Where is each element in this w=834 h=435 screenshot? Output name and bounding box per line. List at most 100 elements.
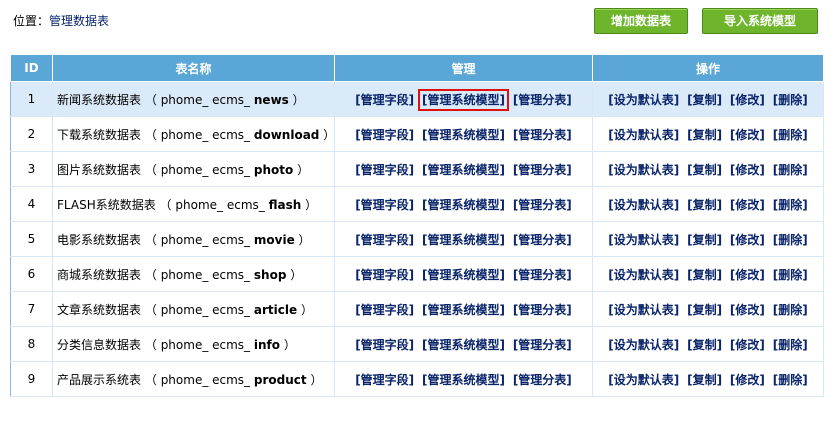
edit-link[interactable]: [修改] — [730, 338, 765, 352]
paren-close: ） — [292, 92, 305, 107]
location-link[interactable]: 管理数据表 — [49, 14, 109, 28]
set-default-link[interactable]: [设为默认表] — [608, 373, 679, 387]
header-name: 表名称 — [52, 54, 335, 82]
manage-subtable-link[interactable]: [管理分表] — [513, 198, 572, 212]
set-default-link[interactable]: [设为默认表] — [608, 198, 679, 212]
set-default-link[interactable]: [设为默认表] — [608, 338, 679, 352]
table-row: 3 图片系统数据表 （ phome_ ecms_ photo ） [管理字段] [管… — [10, 151, 824, 187]
copy-link[interactable]: [复制] — [687, 93, 722, 107]
delete-link[interactable]: [删除] — [773, 338, 808, 352]
delete-link[interactable]: [删除] — [773, 163, 808, 177]
header-id: ID — [10, 54, 53, 82]
manage-fields-link[interactable]: [管理字段] — [355, 163, 414, 177]
manage-subtable-link[interactable]: [管理分表] — [513, 373, 572, 387]
manage-model-link[interactable]: [管理系统模型] — [422, 338, 505, 352]
manage-model-link[interactable]: [管理系统模型] — [422, 198, 505, 212]
manage-fields-link[interactable]: [管理字段] — [355, 198, 414, 212]
table-display-name: 下载系统数据表 — [57, 127, 142, 142]
edit-link[interactable]: [修改] — [730, 233, 765, 247]
row-table-name: 文章系统数据表 （ phome_ ecms_ article ） — [52, 291, 335, 327]
manage-subtable-link[interactable]: [管理分表] — [513, 268, 572, 282]
manage-model-link[interactable]: [管理系统模型] — [422, 233, 505, 247]
paren-open: （ — [144, 337, 157, 352]
row-manage-links: [管理字段] [管理系统模型] [管理分表] — [334, 116, 593, 152]
table-prefix: phome_ ecms_ — [160, 127, 251, 142]
table-prefix: phome_ ecms_ — [160, 162, 251, 177]
manage-subtable-link[interactable]: [管理分表] — [513, 128, 572, 142]
manage-fields-link[interactable]: [管理字段] — [355, 93, 414, 107]
set-default-link[interactable]: [设为默认表] — [608, 303, 679, 317]
table-suffix: shop — [253, 267, 287, 282]
manage-subtable-link[interactable]: [管理分表] — [513, 338, 572, 352]
row-manage-links: [管理字段] [管理系统模型] [管理分表] — [334, 326, 593, 362]
set-default-link[interactable]: [设为默认表] — [608, 268, 679, 282]
manage-fields-link[interactable]: [管理字段] — [355, 268, 414, 282]
delete-link[interactable]: [删除] — [773, 373, 808, 387]
edit-link[interactable]: [修改] — [730, 93, 765, 107]
edit-link[interactable]: [修改] — [730, 128, 765, 142]
set-default-link[interactable]: [设为默认表] — [608, 93, 679, 107]
manage-subtable-link[interactable]: [管理分表] — [513, 93, 572, 107]
row-operation-links: [设为默认表] [复制] [修改] [删除] — [592, 361, 824, 397]
row-id: 4 — [10, 186, 53, 222]
edit-link[interactable]: [修改] — [730, 163, 765, 177]
copy-link[interactable]: [复制] — [687, 268, 722, 282]
edit-link[interactable]: [修改] — [730, 373, 765, 387]
header-manage: 管理 — [334, 54, 593, 82]
table-suffix: product — [253, 372, 307, 387]
paren-open: （ — [144, 302, 157, 317]
delete-link[interactable]: [删除] — [773, 268, 808, 282]
manage-fields-link[interactable]: [管理字段] — [355, 128, 414, 142]
set-default-link[interactable]: [设为默认表] — [608, 163, 679, 177]
delete-link[interactable]: [删除] — [773, 233, 808, 247]
manage-subtable-link[interactable]: [管理分表] — [513, 303, 572, 317]
row-operation-links: [设为默认表] [复制] [修改] [删除] — [592, 81, 824, 117]
copy-link[interactable]: [复制] — [687, 233, 722, 247]
manage-model-link[interactable]: [管理系统模型] — [422, 128, 505, 142]
delete-link[interactable]: [删除] — [773, 303, 808, 317]
manage-model-link[interactable]: [管理系统模型] — [422, 303, 505, 317]
copy-link[interactable]: [复制] — [687, 128, 722, 142]
copy-link[interactable]: [复制] — [687, 163, 722, 177]
row-table-name: 图片系统数据表 （ phome_ ecms_ photo ） — [52, 151, 335, 187]
delete-link[interactable]: [删除] — [773, 128, 808, 142]
table-body: 1 新闻系统数据表 （ phome_ ecms_ news ） [管理字段] [管理… — [10, 81, 824, 397]
copy-link[interactable]: [复制] — [687, 338, 722, 352]
table-row: 6 商城系统数据表 （ phome_ ecms_ shop ） [管理字段] [管理… — [10, 256, 824, 292]
table-row: 8 分类信息数据表 （ phome_ ecms_ info ） [管理字段] [管理… — [10, 326, 824, 362]
row-id: 3 — [10, 151, 53, 187]
copy-link[interactable]: [复制] — [687, 198, 722, 212]
manage-model-link[interactable]: [管理系统模型] — [422, 268, 505, 282]
row-operation-links: [设为默认表] [复制] [修改] [删除] — [592, 116, 824, 152]
copy-link[interactable]: [复制] — [687, 303, 722, 317]
set-default-link[interactable]: [设为默认表] — [608, 233, 679, 247]
manage-subtable-link[interactable]: [管理分表] — [513, 233, 572, 247]
edit-link[interactable]: [修改] — [730, 198, 765, 212]
row-operation-links: [设为默认表] [复制] [修改] [删除] — [592, 256, 824, 292]
import-model-button[interactable]: 导入系统模型 — [702, 8, 818, 34]
data-table: ID 表名称 管理 操作 1 新闻系统数据表 （ phome_ ecms_ new… — [10, 54, 824, 397]
manage-fields-link[interactable]: [管理字段] — [355, 303, 414, 317]
manage-fields-link[interactable]: [管理字段] — [355, 233, 414, 247]
row-operation-links: [设为默认表] [复制] [修改] [删除] — [592, 151, 824, 187]
manage-model-link[interactable]: [管理系统模型] — [418, 88, 509, 111]
manage-model-link[interactable]: [管理系统模型] — [422, 373, 505, 387]
row-manage-links: [管理字段] [管理系统模型] [管理分表] — [334, 291, 593, 327]
paren-close: ） — [300, 302, 313, 317]
manage-fields-link[interactable]: [管理字段] — [355, 338, 414, 352]
manage-subtable-link[interactable]: [管理分表] — [513, 163, 572, 177]
paren-open: （ — [144, 372, 157, 387]
paren-open: （ — [159, 197, 172, 212]
edit-link[interactable]: [修改] — [730, 303, 765, 317]
row-manage-links: [管理字段] [管理系统模型] [管理分表] — [334, 151, 593, 187]
row-table-name: 商城系统数据表 （ phome_ ecms_ shop ） — [52, 256, 335, 292]
add-table-button[interactable]: 增加数据表 — [594, 8, 688, 34]
delete-link[interactable]: [删除] — [773, 198, 808, 212]
manage-model-link[interactable]: [管理系统模型] — [422, 163, 505, 177]
copy-link[interactable]: [复制] — [687, 373, 722, 387]
set-default-link[interactable]: [设为默认表] — [608, 128, 679, 142]
delete-link[interactable]: [删除] — [773, 93, 808, 107]
edit-link[interactable]: [修改] — [730, 268, 765, 282]
paren-close: ） — [323, 127, 335, 142]
manage-fields-link[interactable]: [管理字段] — [355, 373, 414, 387]
